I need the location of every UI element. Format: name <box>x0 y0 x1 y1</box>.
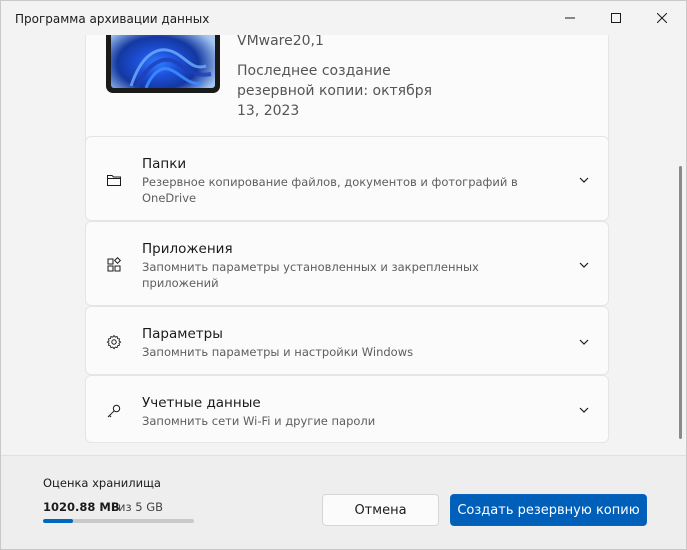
chevron-down-icon[interactable] <box>578 336 590 348</box>
footer-bar: Оценка хранилища 1020.88 MB из 5 GB Отме… <box>1 455 686 549</box>
row-folders-title: Папки <box>142 156 187 172</box>
apps-icon <box>107 257 122 272</box>
maximize-icon <box>611 13 621 23</box>
backup-window: Программа архивации данных VMware20,1 По… <box>0 0 687 550</box>
content-scroll-area[interactable]: VMware20,1 Последнее создание резервной … <box>1 35 686 455</box>
row-credentials[interactable]: Учетные данные Запомнить сети Wi-Fi и др… <box>85 375 609 443</box>
chevron-down-icon[interactable] <box>578 259 590 271</box>
row-credentials-title: Учетные данные <box>142 395 261 411</box>
windows-wallpaper-image <box>111 35 215 88</box>
row-apps-title: Приложения <box>142 241 233 257</box>
create-backup-button[interactable]: Создать резервную копию <box>450 494 647 526</box>
minimize-icon <box>565 17 575 19</box>
row-settings-title: Параметры <box>142 326 223 342</box>
storage-progress-bar <box>43 519 194 523</box>
row-folders-description: Резервное копирование файлов, документов… <box>142 175 518 205</box>
close-icon <box>657 13 667 23</box>
key-icon <box>107 404 121 418</box>
row-credentials-description: Запомнить сети Wi-Fi и другие пароли <box>142 414 376 428</box>
device-info: VMware20,1 Последнее создание резервной … <box>237 35 577 121</box>
maximize-button[interactable] <box>593 1 639 35</box>
storage-estimate-label: Оценка хранилища <box>43 476 161 490</box>
chevron-down-icon[interactable] <box>578 174 590 186</box>
close-button[interactable] <box>639 1 685 35</box>
vertical-scrollbar[interactable] <box>679 166 682 439</box>
device-name: VMware20,1 <box>237 35 324 49</box>
device-thumbnail <box>106 35 220 93</box>
storage-total-value: из 5 GB <box>118 500 164 514</box>
row-apps-description: Запомнить параметры установленных и закр… <box>142 260 479 290</box>
row-folders[interactable]: Папки Резервное копирование файлов, доку… <box>85 136 609 221</box>
minimize-button[interactable] <box>547 1 593 35</box>
row-settings[interactable]: Параметры Запомнить параметры и настройк… <box>85 306 609 375</box>
last-backup-text: Последнее создание резервной копии: октя… <box>237 63 433 119</box>
row-apps[interactable]: Приложения Запомнить параметры установле… <box>85 221 609 306</box>
storage-used-value: 1020.88 MB <box>43 500 120 514</box>
window-title: Программа архивации данных <box>15 12 210 26</box>
cancel-button[interactable]: Отмена <box>322 494 439 526</box>
folder-icon <box>107 175 121 186</box>
title-bar[interactable]: Программа архивации данных <box>1 1 686 35</box>
chevron-down-icon[interactable] <box>578 404 590 416</box>
row-settings-description: Запомнить параметры и настройки Windows <box>142 345 414 359</box>
gear-icon <box>106 334 122 350</box>
storage-progress-fill <box>43 519 74 523</box>
